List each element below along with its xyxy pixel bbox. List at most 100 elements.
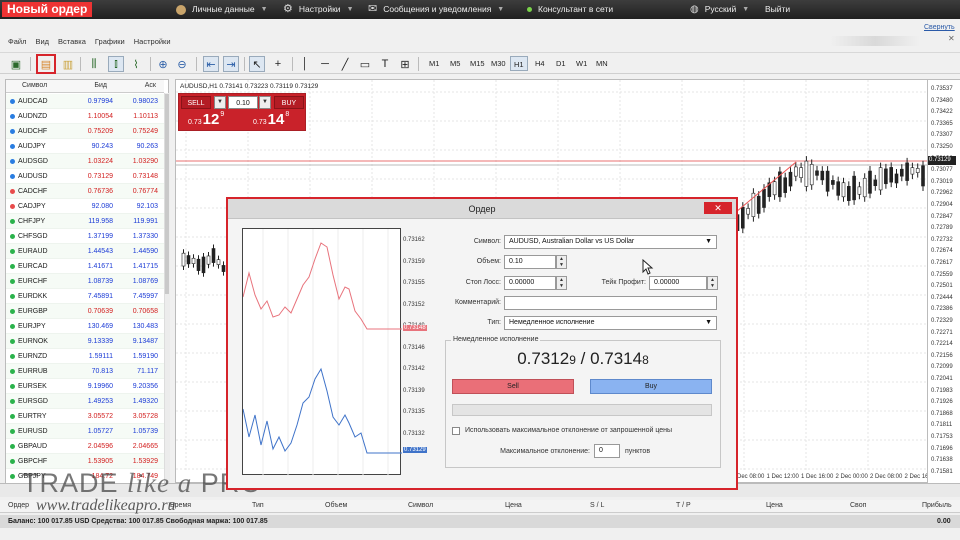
cursor-icon[interactable]: ↖ [249,56,265,72]
settings-menu[interactable]: ⚙ Настройки ▼ [283,0,354,19]
list-item[interactable]: EURJPY 130.469 130.483 [6,319,164,334]
scrollbar-thumb[interactable] [165,94,169,294]
horizontal-line-icon[interactable]: ─ [317,56,333,72]
text-icon[interactable]: T [377,56,393,72]
list-item[interactable]: EURDKK 7.45891 7.45997 [6,289,164,304]
symbol-select[interactable]: AUDUSD, Australian Dollar vs US Dollar ▼ [504,235,717,249]
list-item[interactable]: GBPCHF 1.53905 1.53929 [6,454,164,469]
volume-spinner[interactable]: ▲ ▼ [556,255,567,269]
col-profit[interactable]: Прибыль [922,502,952,509]
one-click-buy-price[interactable]: 0.73 14 8 [253,111,289,128]
timeframe-m1[interactable]: M1 [426,56,442,71]
one-click-volume-input[interactable]: 0.10 [228,96,258,109]
one-click-sell-button[interactable]: SELL [181,96,211,109]
col-symbol[interactable]: Символ [408,502,433,509]
buy-button[interactable]: Buy [590,379,712,394]
col-price2[interactable]: Цена [766,502,783,509]
list-item[interactable]: CHFSGD 1.37199 1.37330 [6,229,164,244]
candlestick-icon[interactable]: ⫾ [108,56,124,72]
text-label-icon[interactable]: ▭ [357,56,373,72]
autoscroll-icon[interactable]: ⇤ [203,56,219,72]
list-item[interactable]: GBPAUD 2.04596 2.04665 [6,439,164,454]
stop-loss-input[interactable]: 0.00000 [504,276,556,290]
list-item[interactable]: AUDCAD 0.97994 0.98023 [6,94,164,109]
list-item[interactable]: EURSGD 1.49253 1.49320 [6,394,164,409]
list-item[interactable]: EURGBP 0.70639 0.70658 [6,304,164,319]
volume-down-icon[interactable]: ▼ [214,96,226,109]
list-item[interactable]: AUDCHF 0.75209 0.75249 [6,124,164,139]
take-profit-spinner[interactable]: ▲ ▼ [707,276,718,290]
list-item[interactable]: EURUSD 1.05727 1.05739 [6,424,164,439]
bar-chart-icon[interactable]: ⫼ [86,56,102,72]
new-order-icon[interactable]: ▤ [36,54,56,74]
ask-cell: 3.05728 [132,412,158,420]
logout-link[interactable]: Выйти [765,0,790,19]
take-profit-input[interactable]: 0.00000 [649,276,707,290]
consultant-link[interactable]: Консультант в сети [527,0,613,19]
personal-data-menu[interactable]: Личные данные ▼ [176,0,268,19]
timeframe-h4[interactable]: H4 [532,56,548,71]
stop-loss-spinner[interactable]: ▲ ▼ [556,276,567,290]
menu-insert[interactable]: Вставка [58,37,86,48]
col-price[interactable]: Цена [505,502,522,509]
line-chart-icon[interactable]: ⌇ [128,56,144,72]
menu-view[interactable]: Вид [35,37,49,48]
timeframe-mn[interactable]: MN [593,56,611,71]
timeframe-w1[interactable]: W1 [573,56,590,71]
zoom-out-icon[interactable]: ⊖ [174,56,190,72]
list-item[interactable]: AUDUSD 0.73129 0.73148 [6,169,164,184]
list-item[interactable]: EURCHF 1.08739 1.08769 [6,274,164,289]
crosshair-icon[interactable]: + [270,56,286,72]
menu-file[interactable]: Файл [8,37,26,48]
one-click-trading-icon[interactable]: ▥ [60,56,76,72]
col-swap[interactable]: Своп [850,502,866,509]
sell-button[interactable]: Sell [452,379,574,394]
col-order[interactable]: Ордер [8,502,29,509]
max-deviation-checkbox[interactable] [452,427,460,435]
language-menu[interactable]: ◍ Русский ▼ [690,0,749,19]
timeframe-h1[interactable]: H1 [510,56,528,71]
timeframe-m5[interactable]: M5 [447,56,463,71]
timeframe-m30[interactable]: M30 [488,56,509,71]
list-item[interactable]: AUDNZD 1.10054 1.10113 [6,109,164,124]
zoom-in-icon[interactable]: ⊕ [155,56,171,72]
list-item[interactable]: EURRUB 70.813 71.117 [6,364,164,379]
comment-input[interactable] [504,296,717,310]
list-item[interactable]: CADCHF 0.76736 0.76774 [6,184,164,199]
list-item[interactable]: AUDSGD 1.03224 1.03290 [6,154,164,169]
messages-menu[interactable]: ✉ Сообщения и уведомления ▼ [368,0,504,19]
volume-input[interactable]: 0.10 [504,255,556,269]
new-chart-icon[interactable]: ▣ [8,56,24,72]
menu-charts[interactable]: Графики [95,37,125,48]
timeframe-d1[interactable]: D1 [553,56,569,71]
column-symbol[interactable]: Символ [6,80,70,92]
list-item[interactable]: EURCAD 1.41671 1.41715 [6,259,164,274]
list-item[interactable]: AUDJPY 90.243 90.263 [6,139,164,154]
column-bid[interactable]: Бид [70,80,115,92]
list-item[interactable]: CADJPY 92.080 92.103 [6,199,164,214]
one-click-sell-price[interactable]: 0.73 12 9 [188,111,224,128]
col-tp[interactable]: T / P [676,502,691,509]
list-item[interactable]: EURNZD 1.59111 1.59190 [6,349,164,364]
list-item[interactable]: EURAUD 1.44543 1.44590 [6,244,164,259]
col-type[interactable]: Тип [252,502,264,509]
column-ask[interactable]: Аск [115,80,160,92]
list-item[interactable]: CHFJPY 119.958 119.991 [6,214,164,229]
chart-shift-icon[interactable]: ⇥ [223,56,239,72]
col-volume[interactable]: Объем [325,502,347,509]
trendline-icon[interactable]: ╱ [337,56,353,72]
col-sl[interactable]: S / L [590,502,604,509]
list-item[interactable]: EURTRY 3.05572 3.05728 [6,409,164,424]
vertical-line-icon[interactable]: │ [297,56,313,72]
collapse-link[interactable]: Свернуть [924,24,955,31]
type-select[interactable]: Немедленное исполнение ▼ [504,316,717,330]
dialog-close-button[interactable]: ✕ [704,202,732,214]
list-item[interactable]: EURNOK 9.13339 9.13487 [6,334,164,349]
list-item[interactable]: EURSEK 9.19960 9.20356 [6,379,164,394]
one-click-buy-button[interactable]: BUY [274,96,304,109]
arrow-icon[interactable]: ⊞ [397,56,413,72]
timeframe-m15[interactable]: M15 [467,56,488,71]
menu-settings[interactable]: Настройки [134,37,171,48]
deviation-input[interactable]: 0 [594,444,620,458]
volume-up-icon[interactable]: ▼ [259,96,271,109]
